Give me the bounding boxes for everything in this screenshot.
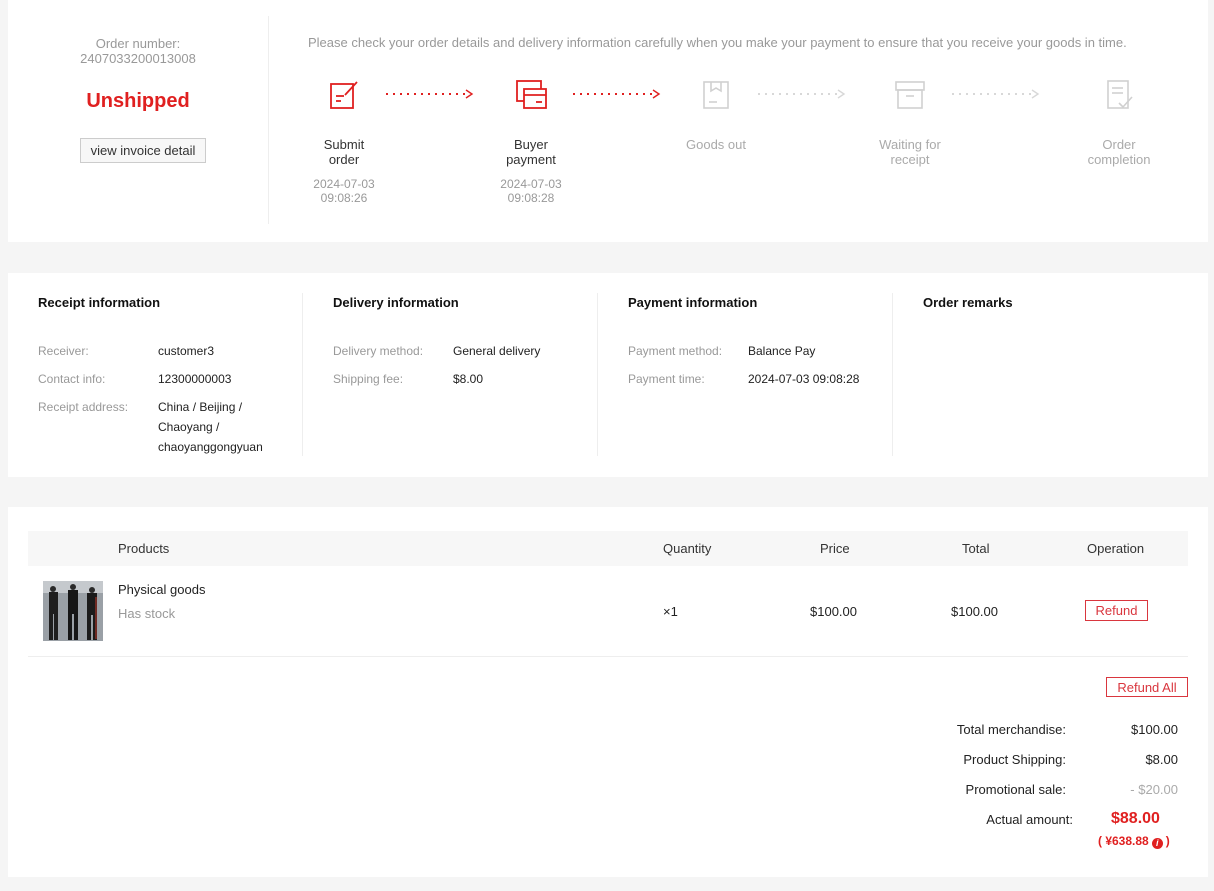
product-stock: Has stock (118, 606, 176, 621)
receipt-info-section: Receipt information Receiver: customer3 … (8, 293, 303, 456)
step-order-completion: Order completion (1059, 78, 1179, 167)
receipt-info-title: Receipt information (38, 295, 161, 310)
step-label: Order completion (1087, 137, 1151, 167)
goods-out-icon (703, 81, 729, 109)
order-number: 2407033200013008 (80, 51, 196, 66)
product-name[interactable]: Physical goods (118, 582, 205, 597)
step-label: Goods out (686, 137, 746, 152)
payment-card-icon (516, 80, 547, 109)
delivery-method-value: General delivery (453, 344, 541, 358)
payment-time-label: Payment time: (628, 372, 705, 386)
order-status: Unshipped (86, 90, 190, 112)
refund-button[interactable]: Refund (1085, 600, 1148, 621)
product-price: $100.00 (810, 604, 857, 619)
total-merchandise-label: Total merchandise: (956, 722, 1066, 737)
cny-amount: ( ¥638.88 i) (1098, 834, 1170, 849)
cny-close: ) (1165, 834, 1170, 848)
order-number-label: Order number: (95, 36, 181, 51)
total-merchandise-value: $100.00 (1131, 722, 1178, 737)
submit-order-icon (330, 81, 358, 109)
product-shipping-value: $8.00 (1145, 752, 1178, 767)
step-connector (758, 89, 846, 99)
address-value: China / Beijing / Chaoyang / chaoyanggon… (158, 400, 263, 454)
table-header: Products Quantity Price Total Operation (28, 531, 1188, 566)
header-total: Total (962, 541, 990, 556)
box-icon (895, 81, 925, 109)
step-label: Buyer payment (506, 137, 556, 167)
table-row: Physical goods Has stock ×1 $100.00 $100… (28, 566, 1188, 657)
cny-amount-value: ( ¥638.88 (1098, 834, 1149, 848)
contact-value: 12300000003 (158, 372, 232, 386)
payment-notice: Please check your order details and deli… (308, 35, 1127, 50)
step-label: Waiting for receipt (879, 137, 941, 167)
receiver-label: Receiver: (38, 344, 89, 358)
payment-info-title: Payment information (628, 295, 758, 310)
promotional-sale-label: Promotional sale: (965, 782, 1066, 797)
order-remarks-section: Order remarks (893, 293, 1188, 456)
delivery-info-section: Delivery information Delivery method: Ge… (303, 293, 598, 456)
contact-label: Contact info: (38, 372, 106, 386)
products-card: Products Quantity Price Total Operation (8, 507, 1208, 877)
actual-amount-value: $88.00 (1111, 810, 1160, 827)
payment-time-value: 2024-07-03 09:08:28 (748, 372, 860, 386)
step-date: 2024-07-03 09:08:28 (500, 177, 562, 205)
product-quantity: ×1 (663, 604, 678, 619)
order-summary-column: Order number: 2407033200013008 Unshipped… (8, 16, 269, 224)
order-status-card: Order number: 2407033200013008 Unshipped… (8, 0, 1208, 242)
order-info-card: Receipt information Receiver: customer3 … (8, 273, 1208, 477)
header-price: Price (820, 541, 850, 556)
shipping-fee-value: $8.00 (453, 372, 484, 386)
product-shipping-label: Product Shipping: (963, 752, 1066, 767)
product-total: $100.00 (951, 604, 998, 619)
receiver-value: customer3 (158, 344, 215, 358)
header-operation: Operation (1087, 541, 1145, 556)
step-connector (573, 89, 661, 99)
step-connector (386, 89, 474, 99)
document-check-icon (1107, 80, 1133, 109)
product-image (43, 581, 103, 641)
product-thumbnail[interactable] (43, 581, 103, 641)
step-connector (952, 89, 1040, 99)
info-icon[interactable]: i (1151, 838, 1163, 849)
order-remarks-title: Order remarks (923, 295, 1013, 310)
payment-method-value: Balance Pay (748, 344, 816, 358)
step-label: Submit order (323, 137, 365, 167)
actual-amount-label: Actual amount: (986, 812, 1073, 827)
delivery-method-label: Delivery method: (333, 344, 424, 358)
view-invoice-button[interactable]: view invoice detail (80, 138, 206, 163)
refund-all-button[interactable]: Refund All (1106, 677, 1188, 697)
payment-method-label: Payment method: (628, 344, 723, 358)
shipping-fee-label: Shipping fee: (333, 372, 404, 386)
header-quantity: Quantity (663, 541, 712, 556)
address-label: Receipt address: (38, 400, 129, 414)
delivery-info-title: Delivery information (333, 295, 459, 310)
step-date: 2024-07-03 09:08:26 (313, 177, 375, 205)
promotional-sale-value: - $20.00 (1130, 782, 1178, 797)
payment-info-section: Payment information Payment method: Bala… (598, 293, 893, 456)
header-products: Products (118, 541, 170, 556)
